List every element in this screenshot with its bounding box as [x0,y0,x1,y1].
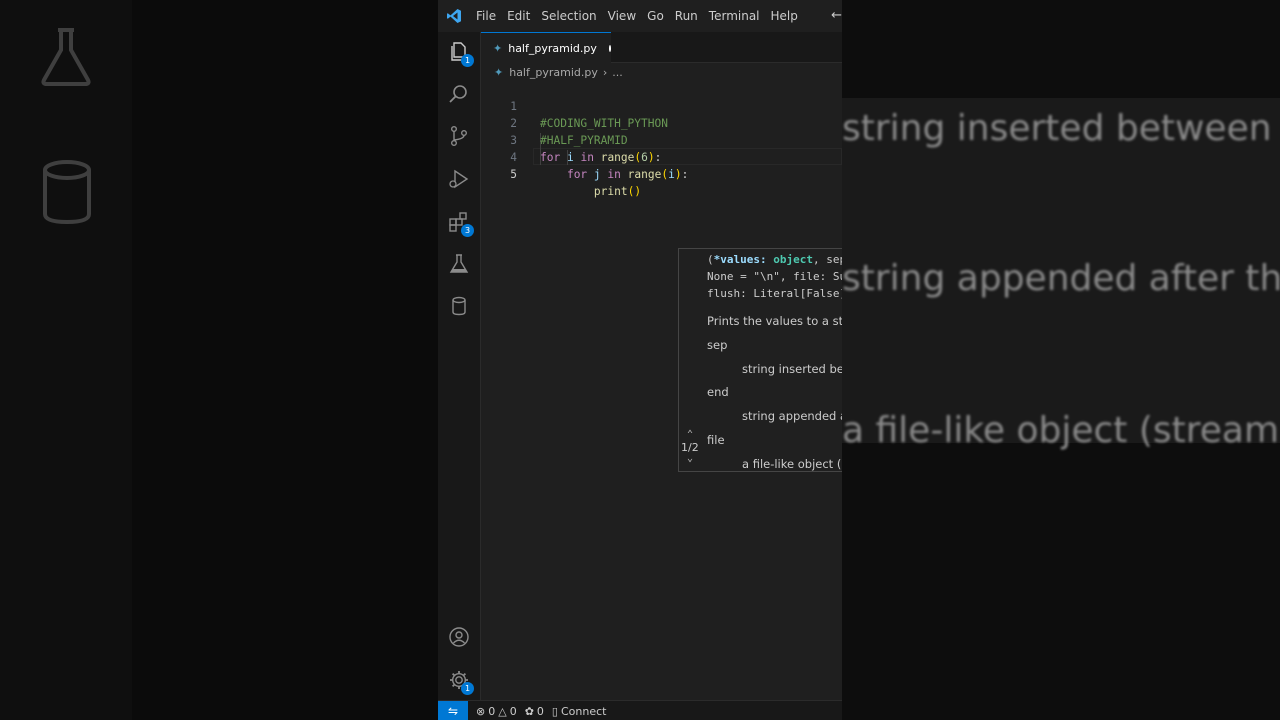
menu-view[interactable]: View [608,9,647,23]
ghost-text-2: string appended after the [842,258,1280,299]
param-desc: string inserted between va [742,362,842,376]
code-line: 2 #HALF_PYRAMID [481,98,842,147]
ports-count: 0 [536,704,544,718]
extensions-badge: 3 [461,224,474,237]
activity-bar: 1 3 1 [438,32,481,700]
background-left [0,0,438,720]
unsaved-dot-icon[interactable] [608,44,611,52]
search-icon[interactable] [447,82,471,106]
code-line: 1 #CODING_WITH_PYTHON [481,81,842,130]
background-right: string inserted between va string append… [842,0,1280,720]
tab-half-pyramid[interactable]: ✦ half_pyramid.py [481,32,611,63]
menu-terminal[interactable]: Terminal [709,9,771,23]
explorer-badge: 1 [461,54,474,67]
param-desc: string appended after the [742,409,842,423]
connect-button[interactable]: ▯ Connect [552,705,607,718]
background-band [0,0,132,720]
overload-navigator: ⌃ 1/2 ⌄ [679,249,705,471]
editor-tab-bar: ✦ half_pyramid.py [481,32,842,63]
sig-paren: ( [707,253,714,266]
back-arrow-icon[interactable]: ← [831,8,842,23]
database-small-icon: ▯ [551,704,558,718]
problems-indicator[interactable]: ⊗ 0 △ 0 [476,705,517,718]
sig-rest: , sep: str [812,253,842,266]
accounts-icon[interactable] [447,625,471,649]
code-editor[interactable]: 1 #CODING_WITH_PYTHON 2 #HALF_PYRAMID 3 … [481,82,842,682]
code-text-highlighted: print() [593,185,642,198]
sig-active-param: *values [713,253,760,266]
ghost-flask-icon [41,28,91,86]
signature-line-3: flush: Literal[False] = Fa [707,287,842,300]
manage-gear-icon[interactable]: 1 [447,668,474,695]
vscode-logo-icon [438,0,470,32]
ghost-text-3: a file-like object (stream); c [842,410,1280,451]
remote-indicator-icon[interactable]: ⇋ [438,701,468,720]
doc-description: Prints the values to a stream, or t [707,314,842,328]
param-name: file [707,433,725,447]
run-debug-icon[interactable] [447,167,471,191]
code-line: 4 for j in range(i): [481,132,842,181]
menu-go[interactable]: Go [647,9,675,23]
status-bar: ⇋ ⊗ 0 △ 0 ✿ 0 ▯ Connect [438,700,842,720]
manage-badge: 1 [461,682,474,695]
chevron-right-icon: › [602,65,608,79]
chevron-up-icon[interactable]: ⌃ [687,429,693,440]
signature-line-1: (*values: object, sep: str [707,253,842,266]
title-bar: File Edit Selection View Go Run Terminal… [438,0,842,32]
menu-bar: File Edit Selection View Go Run Terminal… [470,9,809,23]
chevron-down-icon[interactable]: ⌄ [687,453,693,464]
menu-run[interactable]: Run [675,9,709,23]
code-text-highlighted: for j in range(i): [566,168,689,181]
code-line: 5 print() [481,149,842,198]
vscode-window: File Edit Selection View Go Run Terminal… [438,0,842,720]
broadcast-icon: ✿ [524,704,534,718]
testing-flask-icon[interactable] [447,252,471,276]
breadcrumb-file[interactable]: half_pyramid.py [509,66,598,79]
error-icon: ⊗ [476,704,486,718]
parameter-hints-popup[interactable]: ⌃ 1/2 ⌄ (*values: object, sep: str None … [678,248,842,472]
tab-label: half_pyramid.py [508,41,597,55]
param-name: end [707,385,729,399]
ports-indicator[interactable]: ✿ 0 [525,705,544,718]
error-count: 0 [488,704,496,718]
param-desc: a file-like object (stream); c [742,457,842,471]
ghost-text-1: string inserted between va [842,108,1280,149]
param-name: sep [707,338,728,352]
breadcrumb-more[interactable]: ... [612,66,623,79]
line-number-active: 5 [510,168,517,181]
python-file-icon: ✦ [493,41,503,55]
menu-selection[interactable]: Selection [541,9,607,23]
menu-help[interactable]: Help [771,9,809,23]
menu-file[interactable]: File [476,9,507,23]
connect-label: Connect [560,704,607,718]
database-icon[interactable] [447,294,471,318]
signature-line-2: None = "\n", file: Support [707,270,842,283]
sig-type: object [773,253,813,266]
warning-count: 0 [509,704,517,718]
source-control-icon[interactable] [447,124,471,148]
warning-icon: △ [498,704,507,718]
breadcrumb-python-icon: ✦ [494,65,504,79]
explorer-icon[interactable]: 1 [447,40,474,67]
extensions-icon[interactable]: 3 [447,210,474,237]
code-line: 3 for i in range(6): [481,115,842,164]
breadcrumb: ✦ half_pyramid.py › ... [481,63,623,81]
menu-edit[interactable]: Edit [507,9,541,23]
ghost-database-icon [43,160,91,224]
